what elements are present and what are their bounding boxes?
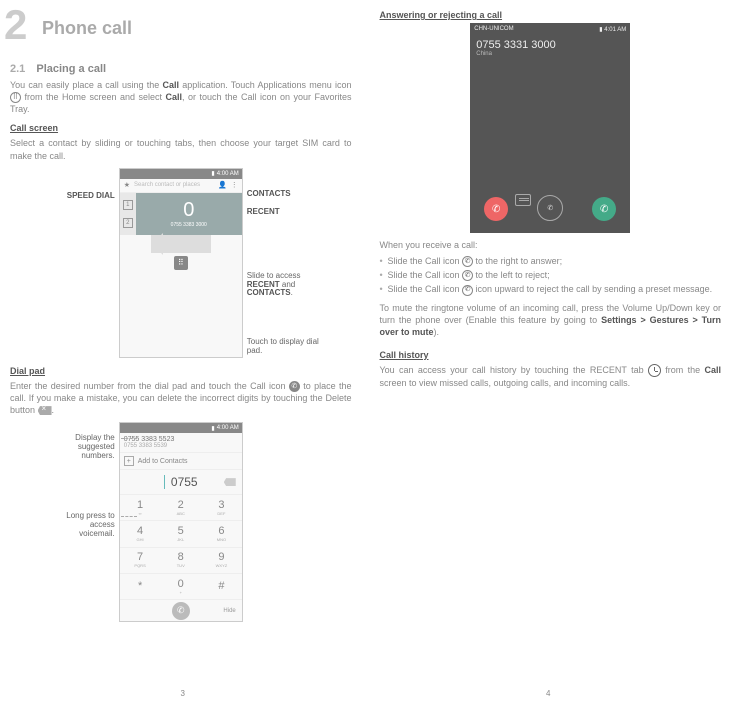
- dialpad-heading: Dial pad: [10, 366, 352, 376]
- status-bar: CHN-UNICOM ▮ 4:01 AM: [470, 23, 630, 35]
- call-history-paragraph: You can access your call history by touc…: [380, 364, 722, 389]
- keypad-bottom: ✆ Hide: [120, 599, 242, 621]
- manual-page-right: Answering or rejecting a call CHN-UNICOM…: [366, 0, 731, 702]
- key-0[interactable]: 0+: [160, 573, 201, 599]
- key-4[interactable]: 4GHI: [120, 520, 161, 546]
- label-voicemail: Long press to access voicemail.: [59, 512, 119, 538]
- key-5[interactable]: 5JKL: [160, 520, 201, 546]
- entered-number: 0755: [120, 470, 242, 494]
- incoming-location: China: [476, 51, 624, 57]
- hide-button[interactable]: Hide: [223, 608, 235, 614]
- chapter-number: 2: [4, 4, 27, 46]
- answer-button[interactable]: ✆: [592, 197, 616, 221]
- cursor: [164, 475, 165, 489]
- dialpad-button[interactable]: ⠿: [174, 256, 188, 270]
- call-slider[interactable]: ✆: [537, 195, 563, 221]
- chapter-title: Phone call: [42, 18, 352, 39]
- mute-paragraph: To mute the ringtone volume of an incomi…: [380, 302, 722, 338]
- bullet-item: Slide the Call icon ✆ to the right to an…: [380, 255, 722, 267]
- incoming-actions: ✆ ✆ ✆: [470, 183, 630, 233]
- call-button[interactable]: ✆: [172, 602, 190, 620]
- answering-heading: Answering or rejecting a call: [380, 10, 722, 20]
- label-slide: Slide to access RECENT and CONTACTS.: [243, 272, 333, 298]
- call-screen-heading: Call screen: [10, 123, 352, 133]
- add-to-contacts[interactable]: + Add to Contacts: [120, 453, 242, 470]
- call-icon: ✆: [462, 256, 473, 267]
- dialer-tabs: ★ Search contact or places 👤 ⋮: [120, 179, 242, 193]
- call-icon: ✆: [462, 270, 473, 281]
- receive-intro: When you receive a call:: [380, 239, 722, 251]
- dialpad-mock-block: Display the suggested numbers. Long pres…: [119, 422, 243, 622]
- arrow-left-icon: [151, 235, 211, 253]
- dialpad-mock: ▮ 4:00 AM 0755 3383 5523 0755 3383 5539 …: [119, 422, 243, 622]
- delete-icon: [38, 406, 52, 415]
- label-speed-dial: SPEED DIAL: [59, 192, 119, 201]
- label-recent: RECENT: [243, 208, 333, 217]
- bullet-item: Slide the Call icon ✆ to the left to rej…: [380, 269, 722, 281]
- menu-icon[interactable]: ⋮: [231, 181, 238, 189]
- key-3[interactable]: 3DEF: [201, 494, 242, 520]
- dialpad-paragraph: Enter the desired number from the dial p…: [10, 380, 352, 416]
- search-input[interactable]: Search contact or places: [134, 182, 214, 188]
- call-screen-paragraph: Select a contact by sliding or touching …: [10, 137, 352, 161]
- sim-selector: 1 2: [120, 193, 136, 235]
- apps-menu-icon: ⠿: [10, 92, 21, 103]
- manual-page-left: 2 Phone call 2.1 Placing a call You can …: [0, 0, 366, 702]
- incoming-number: 0755 3331 3000: [476, 39, 624, 51]
- label-dialpad: Touch to display dial pad.: [243, 338, 333, 356]
- suggested-numbers[interactable]: 0755 3383 5523 0755 3383 5539: [120, 433, 242, 453]
- message-icon: [515, 194, 531, 206]
- key-6[interactable]: 6MNO: [201, 520, 242, 546]
- key-9[interactable]: 9WXYZ: [201, 547, 242, 573]
- delete-button[interactable]: [224, 478, 236, 486]
- plus-icon: +: [124, 456, 134, 466]
- answer-bullets: Slide the Call icon ✆ to the right to an…: [380, 255, 722, 295]
- page-number: 4: [546, 689, 550, 698]
- call-history-heading: Call history: [380, 350, 722, 360]
- sim-1[interactable]: 1: [123, 200, 133, 210]
- keypad: 1∞2ABC3DEF4GHI5JKL6MNO7PQRS8TUV9WXYZ*0+#: [120, 494, 242, 599]
- speed-dial-area: 1 2 0 0755 3383 3000: [120, 193, 242, 235]
- bullet-item: Slide the Call icon ✆ icon upward to rej…: [380, 283, 722, 295]
- speed-dial-tile[interactable]: 0 0755 3383 3000: [136, 193, 242, 235]
- key-7[interactable]: 7PQRS: [120, 547, 161, 573]
- key-2[interactable]: 2ABC: [160, 494, 201, 520]
- call-icon: ✆: [289, 381, 300, 392]
- page-number: 3: [181, 689, 185, 698]
- status-bar: ▮ 4:00 AM: [120, 169, 242, 179]
- signal-icon: ▮: [211, 170, 214, 177]
- swipe-hint: [120, 235, 242, 253]
- key-*[interactable]: *: [120, 573, 161, 599]
- key-#[interactable]: #: [201, 573, 242, 599]
- signal-icon: ▮: [211, 425, 214, 432]
- sim-2[interactable]: 2: [123, 218, 133, 228]
- speed-dial-tab-icon[interactable]: ★: [124, 181, 130, 189]
- label-suggested: Display the suggested numbers.: [59, 434, 119, 460]
- intro-paragraph: You can easily place a call using the Ca…: [10, 79, 352, 115]
- section-name: Placing a call: [36, 63, 106, 75]
- contacts-tab-icon[interactable]: 👤: [218, 181, 227, 189]
- recent-tab-icon: [648, 364, 661, 377]
- call-screen-mock-block: SPEED DIAL CONTACTS RECENT Slide to acce…: [119, 168, 243, 358]
- label-contacts: CONTACTS: [243, 190, 333, 199]
- message-reject-button[interactable]: [512, 189, 534, 211]
- incoming-call-mock: CHN-UNICOM ▮ 4:01 AM 0755 3331 3000 Chin…: [470, 23, 630, 233]
- call-icon: ✆: [462, 285, 473, 296]
- section-number: 2.1: [10, 63, 25, 75]
- status-bar: ▮ 4:00 AM: [120, 423, 242, 433]
- call-screen-mock: ▮ 4:00 AM ★ Search contact or places 👤 ⋮…: [119, 168, 243, 358]
- dialpad-button-row: ⠿: [120, 253, 242, 273]
- key-8[interactable]: 8TUV: [160, 547, 201, 573]
- section-heading: 2.1 Placing a call: [10, 63, 352, 75]
- reject-button[interactable]: ✆: [484, 197, 508, 221]
